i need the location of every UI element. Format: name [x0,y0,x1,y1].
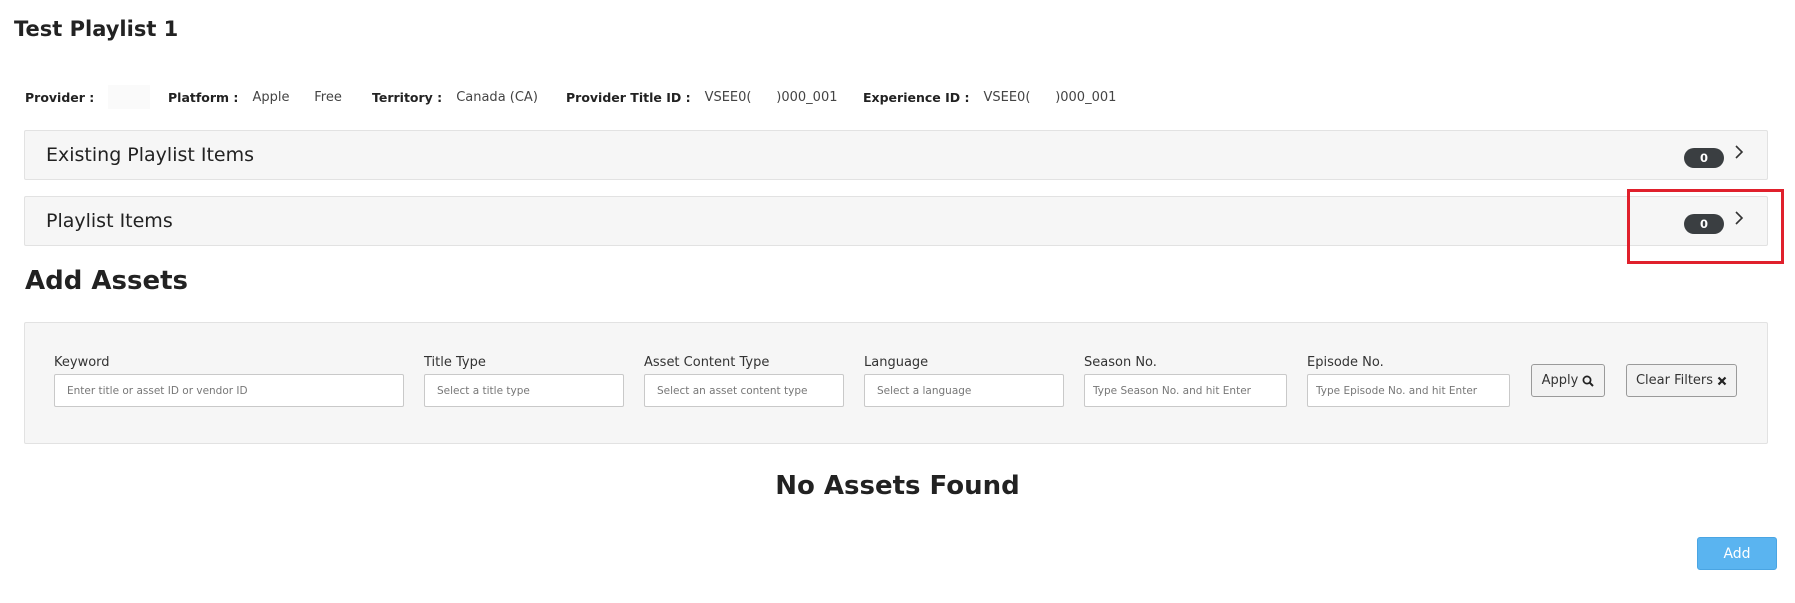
territory-value: Canada (CA) [456,89,538,105]
experience-id-info: Experience ID : VSEE0( )000_001 [863,90,1116,105]
title-type-select[interactable] [424,374,624,407]
language-filter: Language [864,355,1064,407]
asset-content-type-select[interactable] [644,374,844,407]
playlist-metadata: Provider : Platform : Apple Free Territo… [25,85,1116,109]
page-title: Test Playlist 1 [14,17,179,41]
existing-playlist-items-title: Existing Playlist Items [46,144,255,166]
playlist-items-title: Playlist Items [46,210,173,232]
asset-content-type-label: Asset Content Type [644,355,770,370]
playlist-items-accordion[interactable]: Playlist Items 0 [24,196,1768,246]
add-assets-heading: Add Assets [25,266,189,296]
experience-id-value: VSEE0( )000_001 [983,89,1117,105]
platform-info: Platform : Apple Free [168,90,372,105]
territory-info: Territory : Canada (CA) [372,90,566,105]
provider-title-id-value: VSEE0( )000_001 [704,89,838,105]
episode-no-label: Episode No. [1307,355,1384,370]
provider-value [108,85,151,109]
title-type-filter: Title Type [424,355,624,407]
episode-no-input[interactable] [1307,374,1510,407]
chevron-right-icon[interactable] [1733,144,1745,160]
platform-label: Platform : [168,89,239,105]
season-no-label: Season No. [1084,355,1157,370]
experience-id-label: Experience ID : [863,89,970,105]
provider-title-id-label: Provider Title ID : [566,89,691,105]
platform-value: Apple Free [252,89,342,105]
provider-info: Provider : [25,85,168,109]
asset-content-type-filter: Asset Content Type [644,355,844,407]
asset-filter-panel: Keyword Title Type Asset Content Type La… [24,322,1768,444]
apply-label: Apply [1541,373,1579,388]
provider-title-id-info: Provider Title ID : VSEE0( )000_001 [566,90,863,105]
language-label: Language [864,355,929,370]
times-icon [1717,376,1727,385]
title-type-label: Title Type [424,355,486,370]
keyword-label: Keyword [54,355,110,370]
no-assets-message: No Assets Found [775,471,1020,501]
language-select[interactable] [864,374,1064,407]
season-no-filter: Season No. [1084,355,1287,407]
search-icon [1582,375,1595,387]
clear-filters-button[interactable]: Clear Filters [1626,364,1737,397]
existing-playlist-items-accordion[interactable]: Existing Playlist Items 0 [24,130,1768,180]
clear-filters-label: Clear Filters [1635,373,1714,388]
episode-no-filter: Episode No. [1307,355,1510,407]
season-no-input[interactable] [1084,374,1287,407]
keyword-input[interactable] [54,374,404,407]
existing-items-count-badge: 0 [1684,148,1724,168]
keyword-filter: Keyword [54,355,404,407]
add-button[interactable]: Add [1697,537,1777,570]
highlight-annotation-box [1627,189,1784,264]
apply-button[interactable]: Apply [1531,364,1605,397]
territory-label: Territory : [372,89,443,105]
provider-label: Provider : [25,89,95,105]
